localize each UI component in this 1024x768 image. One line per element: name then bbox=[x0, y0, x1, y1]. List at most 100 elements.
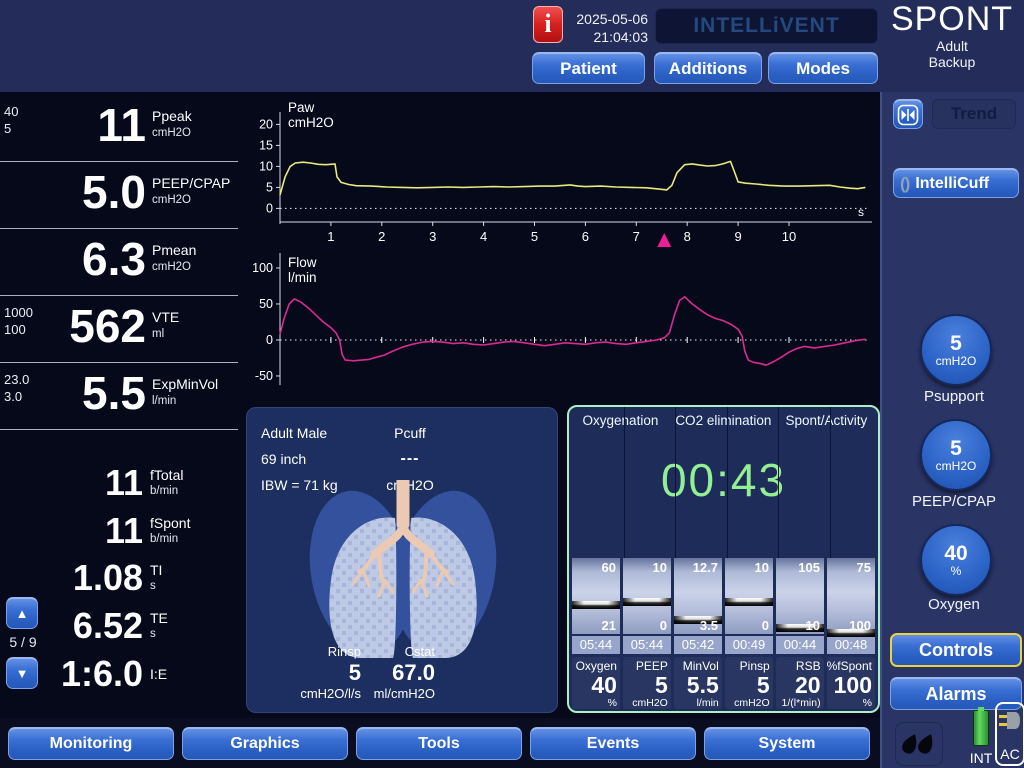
intellicuff-label: IntelliCuff bbox=[915, 174, 990, 192]
svg-text:3: 3 bbox=[429, 229, 436, 244]
pcuff-label: Pcuff bbox=[394, 425, 426, 441]
monitor-pmean: 6.3 Pmean cmH2O bbox=[0, 230, 238, 296]
svg-text:7: 7 bbox=[633, 229, 640, 244]
svg-text:0: 0 bbox=[266, 333, 273, 347]
gauge-value-bar bbox=[725, 597, 773, 606]
param-value: 5 bbox=[756, 672, 770, 698]
nav-events-button[interactable]: Events bbox=[530, 727, 696, 760]
patient-type: Adult Male bbox=[261, 425, 328, 441]
gauge-timer: 00:48 bbox=[827, 636, 875, 654]
gauge-value-bar bbox=[623, 597, 671, 606]
nav-monitoring-button[interactable]: Monitoring bbox=[8, 727, 174, 760]
rinsp-value: 5 bbox=[348, 660, 361, 685]
svg-text:Flow: Flow bbox=[288, 255, 317, 270]
svg-text:5: 5 bbox=[531, 229, 538, 244]
cstat-display: Cstat 67.0 ml/cmH2O bbox=[365, 644, 435, 702]
gauge-range-bottom: 0 bbox=[659, 618, 667, 633]
time-text: 21:04:03 bbox=[593, 29, 649, 45]
target-gauge: 10 0 05:44 bbox=[623, 558, 671, 654]
ventilator-screen: i 2025-05-06 21:04:03 INTELLiVENT Patien… bbox=[0, 0, 1024, 768]
nav-tools-button[interactable]: Tools bbox=[356, 727, 522, 760]
psupport-control[interactable]: 5 cmH2O bbox=[920, 314, 992, 386]
target-gauge: 60 21 05:44 bbox=[572, 558, 620, 654]
monitor-label: fTotal bbox=[150, 467, 184, 483]
control-value: 5 bbox=[950, 331, 962, 355]
gauge-timer: 05:44 bbox=[572, 636, 620, 654]
patient-lung-panel: Adult Male 69 inch IBW = 71 kg Pcuff ---… bbox=[246, 407, 558, 713]
monitor-unit: cmH2O bbox=[152, 127, 191, 139]
intellicuff-button[interactable]: () IntelliCuff bbox=[893, 168, 1019, 198]
info-icon[interactable]: i bbox=[533, 6, 563, 43]
monitor-label: ExpMinVol bbox=[152, 376, 219, 392]
target-gauge: 75 100 00:48 bbox=[827, 558, 875, 654]
modes-button[interactable]: Modes bbox=[768, 52, 878, 84]
monitor-label: fSpont bbox=[150, 515, 191, 531]
control-value: 5 bbox=[950, 436, 962, 460]
additions-button[interactable]: Additions bbox=[654, 52, 762, 84]
monitor-value: 1:6.0 bbox=[60, 653, 143, 694]
svg-text:10: 10 bbox=[259, 159, 273, 173]
param-unit: l/min bbox=[696, 697, 719, 709]
svg-text:cmH2O: cmH2O bbox=[288, 115, 334, 130]
spont-activity-header: Spont/Activity bbox=[785, 413, 868, 428]
param-label: RSB bbox=[795, 659, 821, 673]
peep-label: PEEP/CPAP bbox=[912, 493, 996, 510]
gauge-range-top: 105 bbox=[798, 560, 820, 575]
gauge-range-bottom: 0 bbox=[761, 618, 769, 633]
svg-text:2: 2 bbox=[378, 229, 385, 244]
gauge-range-bottom: 3.5 bbox=[699, 618, 718, 633]
monitor-value: 11 bbox=[97, 99, 146, 151]
param-unit: cmH2O bbox=[632, 697, 668, 709]
monitor-label: Pmean bbox=[152, 242, 197, 258]
vent-status-panel: Oxygenation CO2 elimination Spont/Activi… bbox=[567, 405, 880, 713]
monitor-ti: 1.08 TI s bbox=[0, 557, 238, 603]
lungs-icon bbox=[309, 480, 497, 658]
gauge-range-top: 75 bbox=[856, 560, 871, 575]
column-divider bbox=[829, 407, 831, 558]
target-gauge: 12.7 3.5 05:42 bbox=[674, 558, 722, 654]
rinsp-display: Rinsp 5 cmH2O/l/s bbox=[273, 644, 361, 702]
gauge-timer: 00:44 bbox=[776, 636, 824, 654]
control-unit: % bbox=[950, 563, 962, 578]
monitor-vte: 1000 100 562 VTE ml bbox=[0, 297, 238, 363]
param-value: 20 bbox=[795, 672, 821, 698]
paw-waveform-chart: 0 5 10 15 20 PawcmH2O 1 2 3 4 5 6 7 8 9 10 s bbox=[259, 100, 872, 247]
trend-button[interactable]: Trend bbox=[932, 99, 1016, 129]
svg-text:10: 10 bbox=[782, 229, 796, 244]
param-cell: Pinsp 5 cmH2O bbox=[724, 657, 773, 709]
gauge-range-bottom: 100 bbox=[849, 618, 871, 633]
page-down-button[interactable]: ▼ bbox=[6, 657, 38, 689]
mode-name: SPONT bbox=[890, 0, 1014, 38]
flow-waveform-chart: -50 0 50 100 Flowl/min bbox=[252, 253, 870, 386]
target-gauge: 105 10 00:44 bbox=[776, 558, 824, 654]
page-up-button[interactable]: ▲ bbox=[6, 597, 38, 629]
alarm-limit-low: 100 bbox=[4, 322, 26, 337]
monitor-ppeak: 40 5 11 Ppeak cmH2O bbox=[0, 96, 238, 162]
freeze-button[interactable] bbox=[893, 99, 923, 129]
status-timer: 00:43 bbox=[660, 454, 787, 506]
alarm-limit-high: 40 bbox=[4, 104, 19, 119]
nav-graphics-button[interactable]: Graphics bbox=[182, 727, 348, 760]
param-unit: % bbox=[607, 697, 617, 709]
svg-text:1: 1 bbox=[327, 229, 334, 244]
patient-button[interactable]: Patient bbox=[532, 52, 645, 84]
gauge-value-bar bbox=[572, 600, 620, 609]
svg-text:15: 15 bbox=[259, 138, 273, 152]
gauge-range-top: 10 bbox=[652, 560, 667, 575]
monitor-value: 11 bbox=[104, 462, 143, 503]
mode-backup: Backup bbox=[928, 54, 976, 70]
monitor-unit: cmH2O bbox=[152, 194, 191, 206]
controls-button[interactable]: Controls bbox=[890, 633, 1022, 667]
monitor-value: 6.52 bbox=[72, 605, 143, 646]
control-unit: cmH2O bbox=[935, 458, 977, 473]
param-label: Pinsp bbox=[739, 659, 770, 673]
peep-control[interactable]: 5 cmH2O bbox=[920, 419, 992, 491]
alarm-limit-low: 5 bbox=[4, 121, 12, 136]
co2-elimination-header: CO2 elimination bbox=[675, 413, 772, 428]
monitor-unit: cmH2O bbox=[152, 261, 191, 273]
nav-system-button[interactable]: System bbox=[704, 727, 870, 760]
oxygen-control[interactable]: 40 % bbox=[920, 524, 992, 596]
param-row: Oxygen 40% PEEP 5 cmH2O MinVol 5.5 l/min Pinsp 5 c… bbox=[572, 657, 875, 709]
battery-icon bbox=[973, 707, 989, 746]
svg-text:Paw: Paw bbox=[288, 100, 315, 115]
